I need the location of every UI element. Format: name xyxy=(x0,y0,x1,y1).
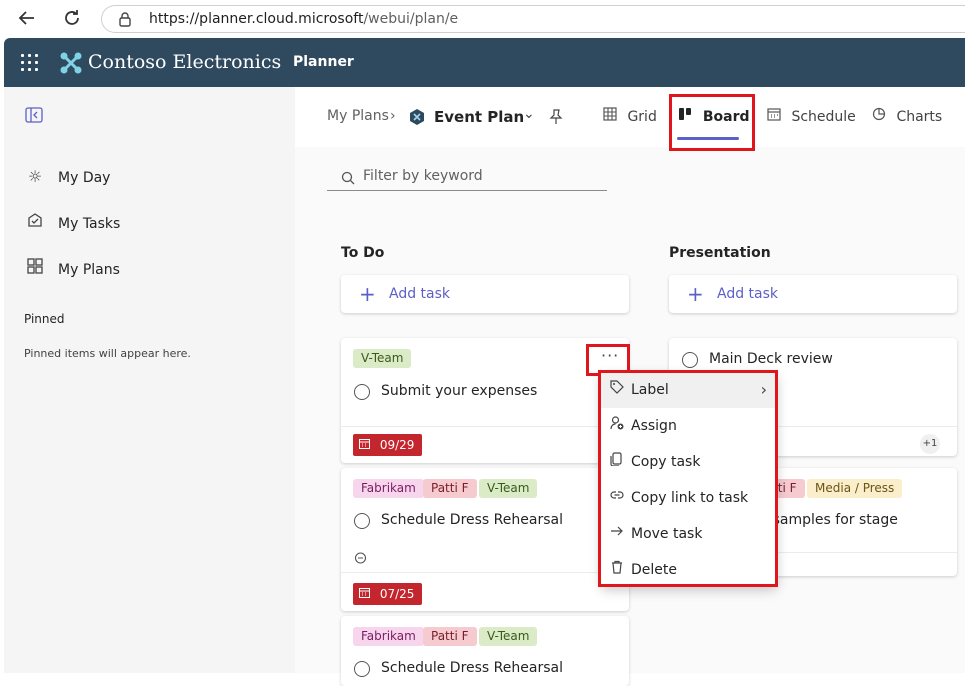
grid-icon xyxy=(24,258,46,280)
add-task-button[interactable]: + Add task xyxy=(341,275,629,313)
column-title-todo: To Do xyxy=(341,245,385,261)
board-tab-highlight xyxy=(669,94,755,151)
context-menu-highlight xyxy=(598,370,778,587)
left-sidebar: ☼ My Day My Tasks My Plans Pinned Pinned … xyxy=(4,87,295,673)
task-card[interactable]: Fabrikam Patti F V-Team Schedule Dress R… xyxy=(341,616,629,686)
pinned-heading: Pinned xyxy=(24,312,65,326)
column-title-presentation: Presentation xyxy=(669,245,771,261)
complete-task-checkbox[interactable] xyxy=(682,352,698,368)
plan-logo-icon xyxy=(408,108,426,130)
task-card[interactable]: Fabrikam Patti F V-Team Schedule Dress R… xyxy=(341,468,629,611)
url-text: https://planner.cloud.microsoft/webui/pl… xyxy=(149,11,459,27)
plan-toolbar: My Plans › Event Plan ⌄ Grid Board Sched… xyxy=(295,87,965,147)
sun-icon: ☼ xyxy=(27,167,43,186)
complete-task-checkbox[interactable] xyxy=(354,384,370,400)
task-title: Main Deck review xyxy=(709,351,833,367)
sidebar-item-my-day[interactable]: ☼ My Day xyxy=(24,166,111,188)
sidebar-item-my-plans[interactable]: My Plans xyxy=(24,258,120,280)
extra-assignees-badge: +1 xyxy=(920,434,940,454)
due-date-badge: 09/29 xyxy=(353,434,423,456)
contoso-logo-icon xyxy=(59,51,83,79)
pinned-empty-text: Pinned items will appear here. xyxy=(24,347,191,360)
add-task-button[interactable]: + Add task xyxy=(669,275,957,313)
grid-view-icon xyxy=(603,107,621,125)
task-label: V-Team xyxy=(479,627,538,646)
collapse-pane-icon[interactable] xyxy=(25,107,43,127)
browser-toolbar: https://planner.cloud.microsoft/webui/pl… xyxy=(0,0,965,38)
card-divider xyxy=(341,572,629,573)
task-label: Patti F xyxy=(423,627,477,646)
plus-icon: + xyxy=(687,282,704,306)
plan-chevron-down-icon[interactable]: ⌄ xyxy=(523,106,535,122)
tab-charts[interactable]: Charts xyxy=(872,107,942,125)
search-icon xyxy=(341,170,355,189)
due-date-badge: 07/25 xyxy=(353,583,423,605)
task-label: Patti F xyxy=(423,479,477,498)
app-name[interactable]: Planner xyxy=(293,54,354,70)
plus-icon: + xyxy=(359,282,376,306)
complete-task-checkbox[interactable] xyxy=(354,513,370,529)
sidebar-item-my-tasks[interactable]: My Tasks xyxy=(24,212,120,234)
app-launcher-icon[interactable] xyxy=(21,54,38,71)
tab-grid[interactable]: Grid xyxy=(603,107,657,125)
comment-icon xyxy=(354,550,367,569)
app-header: Contoso Electronics Planner xyxy=(4,38,965,87)
task-label: V-Team xyxy=(353,349,412,368)
task-title: Submit your expenses xyxy=(381,383,538,399)
task-title: Schedule Dress Rehearsal xyxy=(381,512,563,528)
task-title: Schedule Dress Rehearsal xyxy=(381,660,563,676)
plan-title[interactable]: Event Plan xyxy=(434,108,524,126)
task-label: V-Team xyxy=(479,479,538,498)
lock-icon xyxy=(118,11,132,31)
calendar-icon xyxy=(359,438,374,452)
back-arrow-icon[interactable] xyxy=(16,8,38,30)
task-label: Media / Press xyxy=(807,479,903,498)
calendar-icon xyxy=(767,108,785,125)
task-label: Fabrikam xyxy=(353,627,424,646)
refresh-icon[interactable] xyxy=(61,8,83,30)
breadcrumb-my-plans[interactable]: My Plans xyxy=(327,108,389,124)
card-divider xyxy=(341,426,629,427)
filter-input[interactable]: Filter by keyword xyxy=(327,165,607,191)
complete-task-checkbox[interactable] xyxy=(354,661,370,677)
address-bar[interactable]: https://planner.cloud.microsoft/webui/pl… xyxy=(101,5,965,33)
task-label: Fabrikam xyxy=(353,479,424,498)
breadcrumb-chevron-icon: › xyxy=(390,108,396,124)
pin-icon[interactable] xyxy=(549,109,563,129)
tasks-icon xyxy=(24,212,46,234)
brand-name: Contoso Electronics xyxy=(88,51,282,73)
chart-icon xyxy=(872,107,890,125)
tab-schedule[interactable]: Schedule xyxy=(767,107,856,125)
calendar-icon xyxy=(359,587,374,601)
